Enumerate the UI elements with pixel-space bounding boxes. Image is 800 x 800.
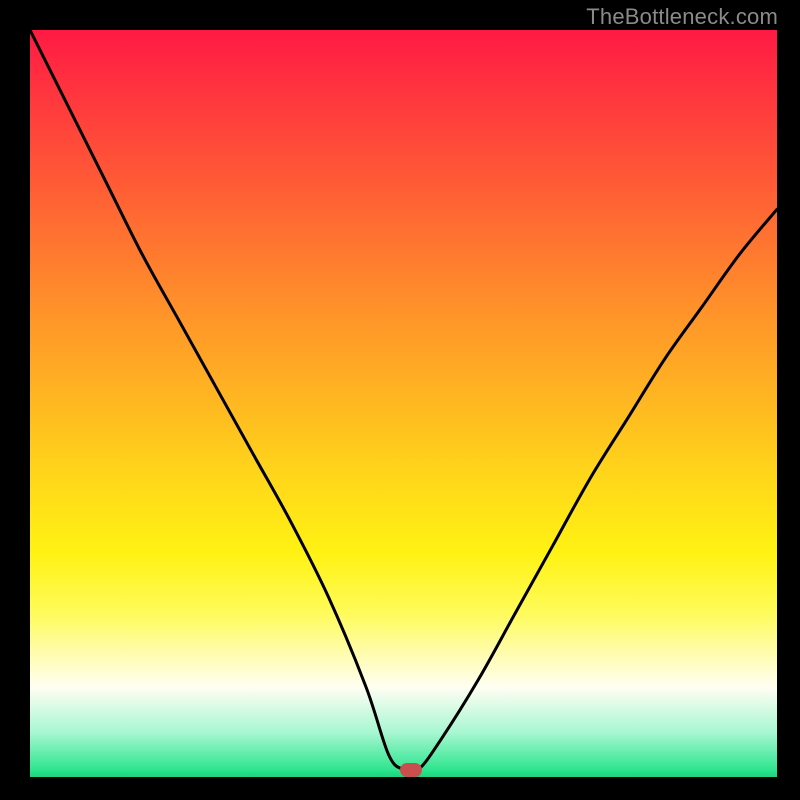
chart-frame: TheBottleneck.com [0,0,800,800]
watermark-text: TheBottleneck.com [586,4,778,30]
plot-area [30,30,777,777]
optimal-point-marker [400,763,422,777]
bottleneck-curve [30,30,777,777]
